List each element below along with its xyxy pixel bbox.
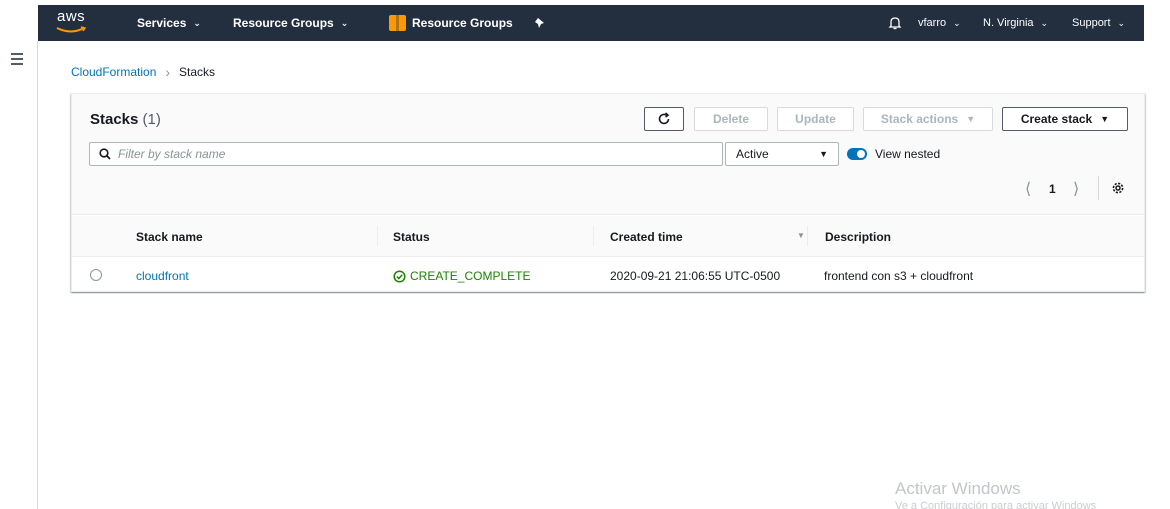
support-menu[interactable]: Support ⌄ bbox=[1072, 5, 1125, 41]
table-row: cloudfront CREATE_COMPLETE 2020-09-21 21… bbox=[72, 258, 1144, 292]
sort-descending-icon[interactable]: ▼ bbox=[797, 231, 805, 240]
notifications-button[interactable] bbox=[888, 5, 902, 41]
stack-description: frontend con s3 + cloudfront bbox=[824, 269, 974, 283]
breadcrumb-separator-icon: › bbox=[165, 64, 171, 80]
pin-shortcuts-button[interactable] bbox=[534, 5, 546, 41]
column-header-stack-name[interactable]: Stack name bbox=[136, 230, 203, 244]
caret-down-icon: ▼ bbox=[819, 149, 828, 159]
pagination-divider bbox=[1098, 176, 1099, 200]
view-nested-toggle[interactable] bbox=[847, 148, 867, 160]
menu-icon[interactable] bbox=[11, 53, 23, 68]
caret-down-icon: ▼ bbox=[1100, 114, 1110, 124]
stack-status: CREATE_COMPLETE bbox=[393, 269, 530, 283]
services-menu[interactable]: Services ⌄ bbox=[137, 5, 201, 41]
windows-activation-watermark: Activar Windows bbox=[895, 479, 1021, 498]
stack-search-box[interactable] bbox=[89, 142, 723, 166]
resource-groups-shortcut[interactable]: Resource Groups bbox=[389, 5, 513, 41]
search-icon bbox=[99, 148, 111, 160]
support-menu-label: Support bbox=[1072, 17, 1111, 29]
create-stack-button[interactable]: Create stack ▼ bbox=[1002, 107, 1128, 131]
current-page-number[interactable]: 1 bbox=[1049, 182, 1056, 196]
success-check-icon bbox=[393, 269, 406, 283]
user-menu[interactable]: vfarro ⌄ bbox=[918, 5, 961, 41]
stacks-panel: Stacks (1) Delete Update Stack actions ▼… bbox=[71, 93, 1145, 292]
stack-actions-button[interactable]: Stack actions ▼ bbox=[863, 107, 993, 131]
create-stack-label: Create stack bbox=[1020, 112, 1093, 126]
stacks-title: Stacks bbox=[90, 111, 139, 128]
breadcrumb: CloudFormation › Stacks bbox=[71, 64, 215, 80]
services-menu-label: Services bbox=[137, 16, 187, 30]
caret-down-icon: ▼ bbox=[966, 114, 976, 124]
chevron-down-icon: ⌄ bbox=[953, 17, 961, 28]
resource-groups-icon bbox=[389, 15, 406, 31]
top-navigation-bar: aws Services ⌄ Resource Groups ⌄ Resourc… bbox=[38, 5, 1144, 41]
chevron-down-icon: ⌄ bbox=[1040, 17, 1049, 28]
stack-actions-label: Stack actions bbox=[880, 112, 959, 126]
stack-status-filter-select[interactable]: Active ▼ bbox=[725, 142, 839, 166]
resource-groups-menu[interactable]: Resource Groups ⌄ bbox=[233, 5, 348, 41]
stack-search-input[interactable] bbox=[118, 147, 698, 161]
refresh-icon bbox=[658, 112, 670, 125]
stacks-count: (1) bbox=[142, 111, 161, 128]
breadcrumb-cloudformation-link[interactable]: CloudFormation bbox=[71, 65, 156, 79]
view-nested-label: View nested bbox=[875, 147, 941, 161]
page-title: Stacks (1) bbox=[90, 111, 161, 128]
stack-status-text: CREATE_COMPLETE bbox=[410, 269, 531, 283]
stacks-panel-header: Stacks (1) Delete Update Stack actions ▼… bbox=[72, 94, 1144, 215]
delete-button[interactable]: Delete bbox=[694, 107, 768, 131]
region-menu[interactable]: N. Virginia ⌄ bbox=[983, 5, 1048, 41]
stack-created-time: 2020-09-21 21:06:55 UTC-0500 bbox=[610, 269, 781, 283]
refresh-button[interactable] bbox=[644, 107, 684, 131]
gear-icon[interactable] bbox=[1111, 181, 1125, 195]
stack-name-link[interactable]: cloudfront bbox=[136, 269, 189, 283]
bell-icon bbox=[888, 17, 902, 30]
stacks-table-header: Stack name Status Created time ▼ Descrip… bbox=[72, 216, 1144, 257]
resource-groups-shortcut-label: Resource Groups bbox=[412, 16, 513, 30]
next-page-button[interactable]: ⟩ bbox=[1073, 181, 1079, 198]
column-header-description[interactable]: Description bbox=[825, 230, 891, 244]
windows-activation-watermark-subtitle: Ve a Configuración para activar Windows bbox=[895, 500, 1097, 509]
update-button[interactable]: Update bbox=[777, 107, 854, 131]
row-select-radio[interactable] bbox=[90, 269, 102, 281]
stack-status-filter-value: Active bbox=[736, 147, 769, 161]
user-menu-label: vfarro bbox=[918, 17, 947, 29]
aws-logo-text: aws bbox=[57, 8, 86, 25]
aws-logo[interactable]: aws bbox=[56, 8, 92, 38]
resource-groups-menu-label: Resource Groups bbox=[233, 16, 334, 30]
pin-icon bbox=[535, 18, 544, 28]
chevron-down-icon: ⌄ bbox=[193, 17, 201, 28]
previous-page-button[interactable]: ⟨ bbox=[1025, 181, 1031, 198]
column-divider bbox=[593, 226, 594, 246]
column-header-status[interactable]: Status bbox=[393, 230, 430, 244]
aws-smile-icon bbox=[56, 26, 86, 33]
side-navigation-rail bbox=[0, 41, 38, 509]
column-divider bbox=[377, 226, 378, 246]
chevron-down-icon: ⌄ bbox=[340, 17, 349, 28]
breadcrumb-current: Stacks bbox=[179, 65, 216, 79]
column-divider bbox=[807, 226, 808, 246]
region-menu-label: N. Virginia bbox=[983, 17, 1034, 29]
chevron-down-icon: ⌄ bbox=[1117, 17, 1126, 28]
column-header-created-time[interactable]: Created time bbox=[610, 230, 683, 244]
